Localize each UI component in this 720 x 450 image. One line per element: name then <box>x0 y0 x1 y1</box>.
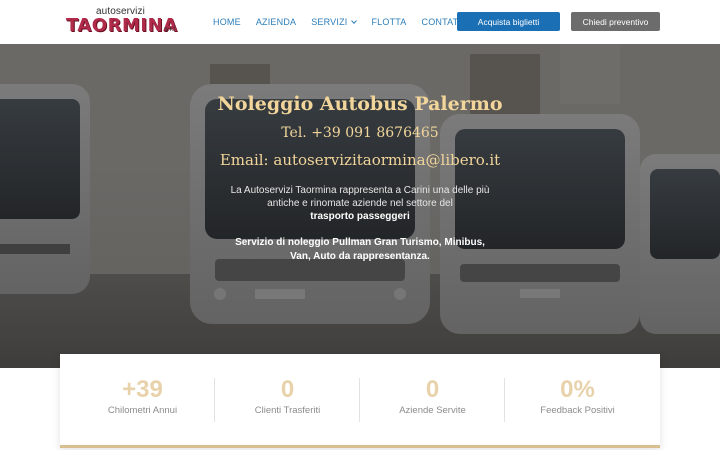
stat-value: 0% <box>560 376 595 403</box>
hero-description-bold: trasporto passeggeri <box>310 211 410 222</box>
stat-value: +39 <box>122 376 163 403</box>
stat-clients: 0 Clienti Trasferiti <box>215 354 360 448</box>
nav-item-label: SERVIZI <box>311 17 348 27</box>
nav-item-home[interactable]: HOME <box>213 15 241 29</box>
hero-description: La Autoservizi Taormina rappresenta a Ca… <box>228 184 492 223</box>
nav-item-servizi[interactable]: SERVIZI <box>311 15 358 29</box>
hero-title: Noleggio Autobus Palermo <box>217 93 503 115</box>
hero-phone[interactable]: Tel. +39 091 8676465 <box>0 125 720 141</box>
stat-kilometers: +39 Chilometri Annui <box>70 354 215 448</box>
hero-service-text: Servizio di noleggio Pullman Gran Turism… <box>235 237 485 262</box>
nav-item-flotta[interactable]: FLOTTA <box>371 15 406 29</box>
nav-item-label: HOME <box>213 17 241 27</box>
logo-wordmark: TAORMINA <box>66 15 178 36</box>
nav-item-azienda[interactable]: AZIENDA <box>256 15 296 29</box>
stats-panel: +39 Chilometri Annui 0 Clienti Trasferit… <box>60 354 660 448</box>
hero-description-text: La Autoservizi Taormina rappresenta a Ca… <box>230 185 490 209</box>
logo-suffix: s.r.l <box>164 26 175 33</box>
stat-label: Feedback Positivi <box>540 405 615 416</box>
nav-item-label: FLOTTA <box>371 17 407 27</box>
stat-label: Aziende Servite <box>399 405 466 416</box>
hero-email[interactable]: Email: autoservizitaormina@libero.it <box>0 151 720 169</box>
main-nav: HOME AZIENDA SERVIZI FLOTTA CONTATTI <box>213 15 482 29</box>
stat-feedback: 0% Feedback Positivi <box>505 354 650 448</box>
chevron-down-icon <box>351 17 358 24</box>
hero-section: Noleggio Autobus Palermo Tel. +39 091 86… <box>0 44 720 368</box>
stat-label: Clienti Trasferiti <box>254 405 321 416</box>
nav-item-label: AZIENDA <box>255 17 297 27</box>
stat-label: Chilometri Annui <box>107 405 178 416</box>
logo[interactable]: autoservizi TAORMINA s.r.l <box>66 6 178 36</box>
buy-tickets-button[interactable]: Acquista biglietti <box>457 12 560 31</box>
stat-value: 0 <box>280 376 295 403</box>
site-header: autoservizi TAORMINA s.r.l HOME AZIENDA … <box>0 0 720 44</box>
request-quote-button[interactable]: Chiedi preventivo <box>571 12 660 31</box>
stat-companies: 0 Aziende Servite <box>360 354 505 448</box>
stat-value: 0 <box>425 376 440 403</box>
